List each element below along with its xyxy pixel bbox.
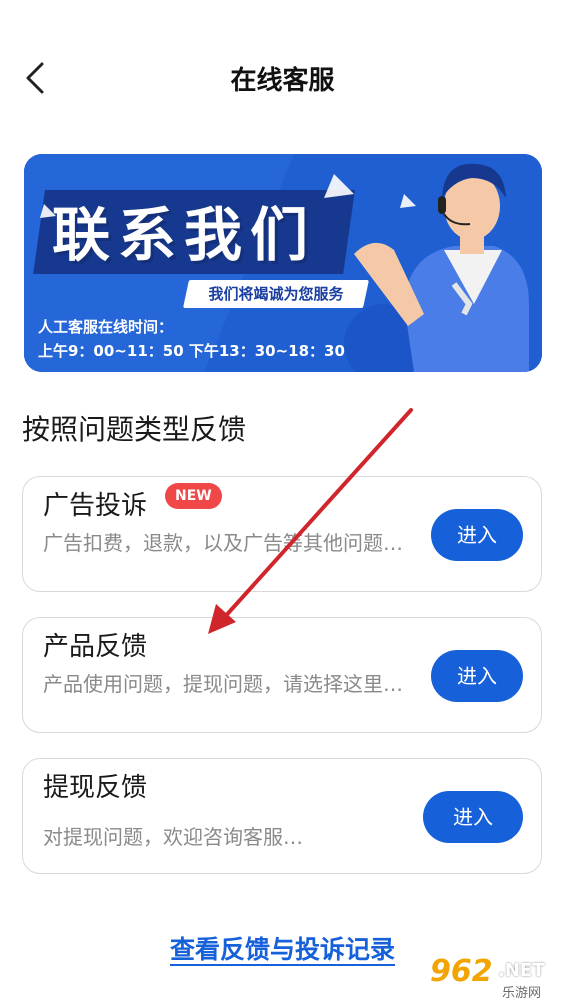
nav-bar: 在线客服	[0, 40, 565, 116]
banner-title: 联系我们	[52, 201, 317, 269]
banner-hours: 上午9：00~11：50 下午13：30~18：30	[38, 342, 345, 360]
card-description: 产品使用问题，提现问题，请选择这里…	[43, 672, 403, 696]
feedback-card-product[interactable]: 产品反馈 产品使用问题，提现问题，请选择这里… 进入	[22, 617, 542, 733]
section-title: 按照问题类型反馈	[22, 413, 247, 446]
watermark-number: 962	[430, 954, 493, 989]
enter-button[interactable]: 进入	[431, 650, 523, 702]
card-title: 产品反馈	[43, 632, 148, 662]
feedback-card-withdrawal[interactable]: 提现反馈 对提现问题，欢迎咨询客服… 进入	[22, 758, 542, 874]
watermark-net: .NET	[498, 960, 545, 981]
enter-button[interactable]: 进入	[431, 509, 523, 561]
card-title: 广告投诉	[43, 491, 148, 521]
card-description: 对提现问题，欢迎咨询客服…	[43, 825, 303, 849]
page-title: 在线客服	[230, 66, 335, 96]
new-badge: NEW	[165, 483, 222, 509]
banner-slogan: 我们将竭诚为您服务	[183, 280, 369, 308]
feedback-card-ad-complaint[interactable]: 广告投诉 NEW 广告扣费，退款，以及广告等其他问题… 进入	[22, 476, 542, 592]
card-description: 广告扣费，退款，以及广告等其他问题…	[43, 531, 403, 555]
banner-hours-label: 人工客服在线时间：	[38, 318, 174, 336]
card-title: 提现反馈	[43, 773, 148, 803]
site-watermark: 962 .NET 乐游网	[426, 954, 562, 1001]
watermark-cn: 乐游网	[502, 986, 542, 1001]
enter-button[interactable]: 进入	[423, 791, 523, 843]
